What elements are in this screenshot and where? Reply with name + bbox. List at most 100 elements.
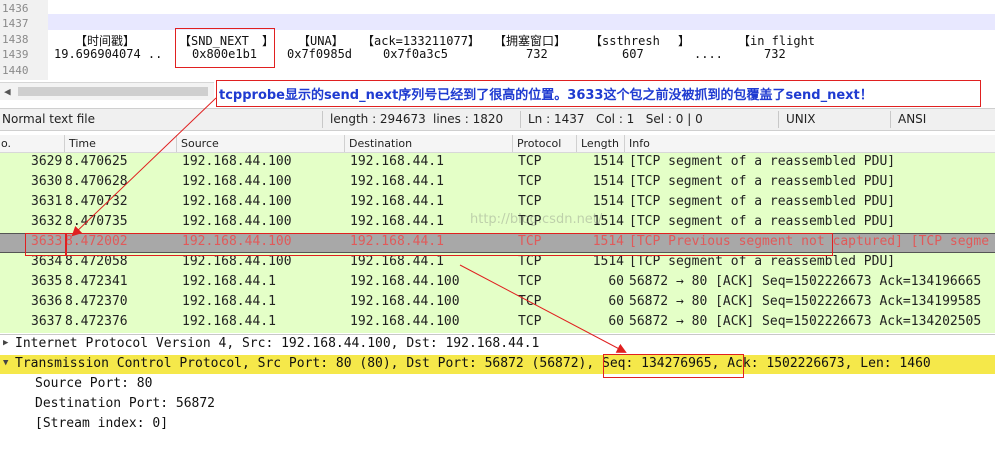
column-header-time[interactable]: Time — [69, 137, 96, 150]
editor-status-bar: Normal text file length : 294673 lines :… — [0, 108, 995, 131]
expand-triangle-icon[interactable]: ▶ — [3, 338, 8, 348]
packet-cell-time: 8.470628 — [65, 174, 128, 189]
column-header-destination[interactable]: Destination — [349, 137, 412, 150]
value-inflight: 732 — [764, 47, 786, 61]
line-number: 1437 — [2, 17, 29, 30]
column-header-no[interactable]: o. — [1, 137, 11, 150]
detail-ip-text: Internet Protocol Version 4, Src: 192.16… — [15, 336, 540, 351]
scroll-left-icon[interactable]: ◀ — [4, 85, 11, 98]
packet-cell-src: 192.168.44.1 — [182, 294, 276, 309]
value-time: 19.696904074 .. — [54, 47, 163, 61]
column-divider[interactable] — [344, 135, 345, 152]
detail-row-ip[interactable]: ▶ Internet Protocol Version 4, Src: 192.… — [0, 335, 995, 354]
status-divider — [520, 111, 521, 128]
line-number: 1439 — [2, 48, 29, 61]
packet-cell-proto: TCP — [518, 274, 542, 289]
packet-cell-dst: 192.168.44.100 — [350, 274, 460, 289]
packet-row[interactable]: 3635 8.472341 192.168.44.1 192.168.44.100 TC… — [0, 273, 995, 293]
packet-cell-info: [TCP segment of a reassembled PDU] — [629, 174, 896, 189]
packet-cell-info: [TCP segment of a reassembled PDU] — [629, 254, 896, 269]
value-dots: .... — [694, 47, 723, 61]
packet-cell-src: 192.168.44.1 — [182, 274, 276, 289]
packet-row-highlight-box — [66, 233, 833, 256]
packet-cell-proto: TCP — [518, 254, 542, 269]
line-number: 1438 — [2, 33, 29, 46]
status-eol: UNIX — [786, 112, 816, 126]
value-ack: 0x7f0a3c5 — [383, 47, 449, 61]
packet-cell-dst: 192.168.44.1 — [350, 154, 444, 169]
packet-cell-src: 192.168.44.1 — [182, 314, 276, 329]
packet-row[interactable]: 3629 8.470625 192.168.44.100 192.168.44.1 TC… — [0, 153, 995, 173]
packet-cell-time: 8.470732 — [65, 194, 128, 209]
packet-cell-time: 8.472376 — [65, 314, 128, 329]
packet-cell-dst: 192.168.44.100 — [350, 314, 460, 329]
packet-row[interactable]: 3630 8.470628 192.168.44.100 192.168.44.1 TC… — [0, 173, 995, 193]
packet-cell-len: 60 — [608, 274, 624, 289]
value-ssthresh: 607 — [622, 47, 644, 61]
column-header-source[interactable]: Source — [181, 137, 219, 150]
packet-cell-no: 3636 — [31, 294, 63, 309]
status-encoding: ANSI — [898, 112, 927, 126]
seq-highlight-box — [603, 354, 744, 378]
detail-tcp-line: Transmission Control Protocol, Src Port:… — [15, 356, 931, 371]
packet-cell-time: 8.470625 — [65, 154, 128, 169]
column-divider[interactable] — [176, 135, 177, 152]
collapse-triangle-icon[interactable]: ▼ — [3, 358, 8, 368]
packet-cell-src: 192.168.44.100 — [182, 214, 292, 229]
detail-tcp-prefix: Transmission Control Protocol, Src Port:… — [15, 356, 602, 371]
packet-cell-info: 56872 → 80 [ACK] Seq=1502226673 Ack=1341… — [629, 274, 982, 289]
packet-cell-len: 1514 — [592, 174, 624, 189]
value-una: 0x7f0985d — [287, 47, 353, 61]
packet-cell-len: 1514 — [592, 194, 624, 209]
packet-cell-proto: TCP — [518, 174, 542, 189]
packet-cell-time: 8.472058 — [65, 254, 128, 269]
status-divider — [778, 111, 779, 128]
packet-cell-dst: 192.168.44.100 — [350, 294, 460, 309]
packet-row[interactable]: 3637 8.472376 192.168.44.1 192.168.44.100 TC… — [0, 313, 995, 333]
detail-row-src-port[interactable]: Source Port: 80 — [0, 375, 995, 394]
column-header-length[interactable]: Length — [581, 137, 619, 150]
packet-cell-dst: 192.168.44.1 — [350, 214, 444, 229]
detail-row-stream[interactable]: [Stream index: 0] — [0, 415, 995, 434]
column-divider[interactable] — [64, 135, 65, 152]
detail-row-tcp[interactable]: ▼ Transmission Control Protocol, Src Por… — [0, 355, 995, 374]
column-divider[interactable] — [512, 135, 513, 152]
packet-cell-len: 1514 — [592, 154, 624, 169]
editor-horizontal-scrollbar[interactable]: ◀ — [0, 82, 214, 100]
packet-row[interactable]: 3631 8.470732 192.168.44.100 192.168.44.1 TC… — [0, 193, 995, 213]
line-number: 1440 — [2, 64, 29, 77]
scrollbar-thumb[interactable] — [18, 87, 208, 96]
packet-cell-no: 3637 — [31, 314, 63, 329]
column-divider[interactable] — [576, 135, 577, 152]
packet-number-highlight-box — [25, 233, 66, 256]
packet-row[interactable]: 3636 8.472370 192.168.44.1 192.168.44.100 TC… — [0, 293, 995, 313]
packet-cell-proto: TCP — [518, 154, 542, 169]
packet-cell-proto: TCP — [518, 314, 542, 329]
packet-cell-proto: TCP — [518, 294, 542, 309]
annotation-note: tcpprobe显示的send_next序列号已经到了很高的位置。3633这个包… — [216, 80, 981, 107]
status-divider — [890, 111, 891, 128]
status-length: length : 294673 — [330, 112, 426, 126]
status-divider — [322, 111, 323, 128]
packet-cell-no: 3629 — [31, 154, 63, 169]
column-header-protocol[interactable]: Protocol — [517, 137, 561, 150]
packet-cell-no: 3631 — [31, 194, 63, 209]
packet-details[interactable]: ▶ Internet Protocol Version 4, Src: 192.… — [0, 334, 995, 431]
packet-cell-no: 3630 — [31, 174, 63, 189]
detail-row-dst-port[interactable]: Destination Port: 56872 — [0, 395, 995, 414]
header-ssthresh-close: 】 — [678, 34, 691, 48]
watermark: http://blog.csdn.net/ — [470, 212, 603, 227]
packet-cell-src: 192.168.44.100 — [182, 254, 292, 269]
packet-cell-info: 56872 → 80 [ACK] Seq=1502226673 Ack=1341… — [629, 294, 982, 309]
column-divider[interactable] — [624, 135, 625, 152]
line-number-gutter: 1436 1437 1438 1439 1440 — [0, 0, 48, 80]
packet-row[interactable]: 3634 8.472058 192.168.44.100 192.168.44.1 TC… — [0, 253, 995, 273]
text-editor[interactable]: 1436 1437 1438 1439 1440 【时间戳】 【SND_NEXT… — [0, 0, 995, 80]
packet-cell-info: 56872 → 80 [ACK] Seq=1502226673 Ack=1342… — [629, 314, 982, 329]
packet-cell-src: 192.168.44.100 — [182, 154, 292, 169]
column-header-info[interactable]: Info — [629, 137, 650, 150]
packet-cell-dst: 192.168.44.1 — [350, 254, 444, 269]
status-file-type: Normal text file — [2, 112, 96, 126]
packet-cell-dst: 192.168.44.1 — [350, 194, 444, 209]
packet-cell-len: 60 — [608, 314, 624, 329]
